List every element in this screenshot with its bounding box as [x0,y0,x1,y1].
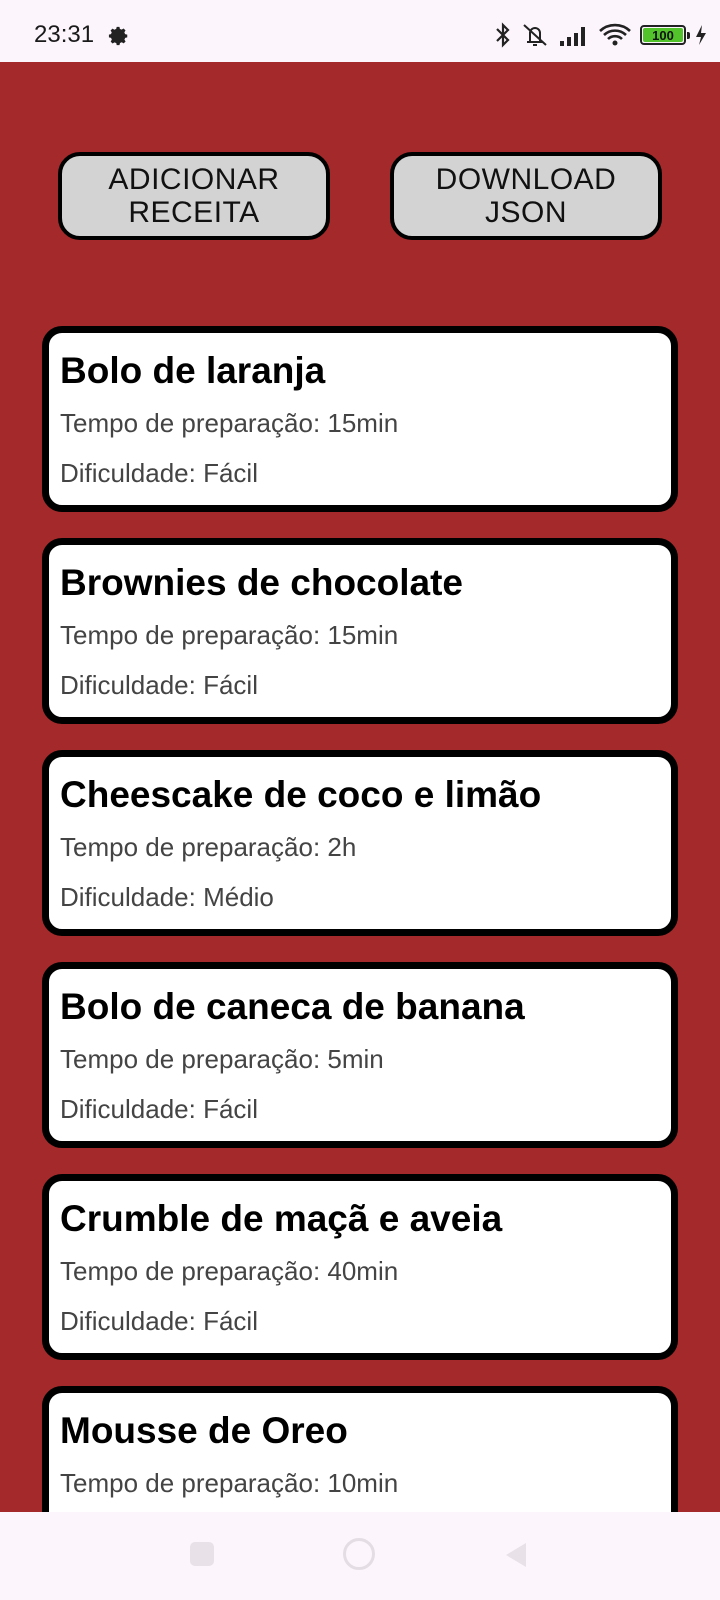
wifi-icon [599,23,631,46]
recipe-card[interactable]: Bolo de caneca de banana Tempo de prepar… [42,962,678,1148]
status-bar: 23:31 100 [0,0,720,62]
recipe-name: Cheescake de coco e limão [60,774,542,815]
home-icon[interactable] [343,1538,375,1570]
recipe-name: Mousse de Oreo [60,1410,348,1451]
status-time: 23:31 [34,21,95,48]
recipe-card[interactable]: Crumble de maçã e aveia Tempo de prepara… [42,1174,678,1360]
back-icon[interactable] [502,1540,530,1570]
recipe-difficulty: Dificuldade: Fácil [60,1094,258,1124]
recipe-prep-time: Tempo de preparação: 5min [60,1044,384,1074]
recipe-name: Bolo de caneca de banana [60,986,525,1027]
recipe-prep-time: Tempo de preparação: 40min [60,1256,399,1286]
recipe-name: Bolo de laranja [60,350,326,391]
add-recipe-button[interactable]: ADICIONAR RECEITA [58,152,330,240]
muted-vibrate-icon [523,24,547,46]
recipe-prep-time: Tempo de preparação: 10min [60,1468,399,1498]
recipe-prep-time: Tempo de preparação: 15min [60,620,399,650]
signal-icon [560,27,585,46]
recents-icon[interactable] [190,1542,214,1566]
recipe-prep-time: Tempo de preparação: 2h [60,832,357,862]
recipe-difficulty: Dificuldade: Fácil [60,670,258,700]
battery-level: 100 [643,28,683,43]
recipe-name: Crumble de maçã e aveia [60,1198,503,1239]
settings-icon [108,26,128,46]
recipe-difficulty: Dificuldade: Fácil [60,1306,258,1336]
recipe-card[interactable]: Mousse de Oreo Tempo de preparação: 10mi… [42,1386,678,1512]
navigation-bar [0,1512,720,1600]
battery-icon: 100 [640,25,690,45]
recipe-difficulty: Dificuldade: Fácil [60,458,258,488]
recipe-screen: ADICIONAR RECEITA DOWNLOAD JSON Bolo de … [0,62,720,1512]
charging-icon [696,25,706,45]
status-icons: 100 [494,22,708,48]
recipe-card[interactable]: Brownies de chocolate Tempo de preparaçã… [42,538,678,724]
recipe-card[interactable]: Bolo de laranja Tempo de preparação: 15m… [42,326,678,512]
recipe-name: Brownies de chocolate [60,562,463,603]
recipe-prep-time: Tempo de preparação: 15min [60,408,399,438]
recipe-card[interactable]: Cheescake de coco e limão Tempo de prepa… [42,750,678,936]
bluetooth-icon [496,22,510,48]
recipe-difficulty: Dificuldade: Médio [60,882,274,912]
download-json-button[interactable]: DOWNLOAD JSON [390,152,662,240]
